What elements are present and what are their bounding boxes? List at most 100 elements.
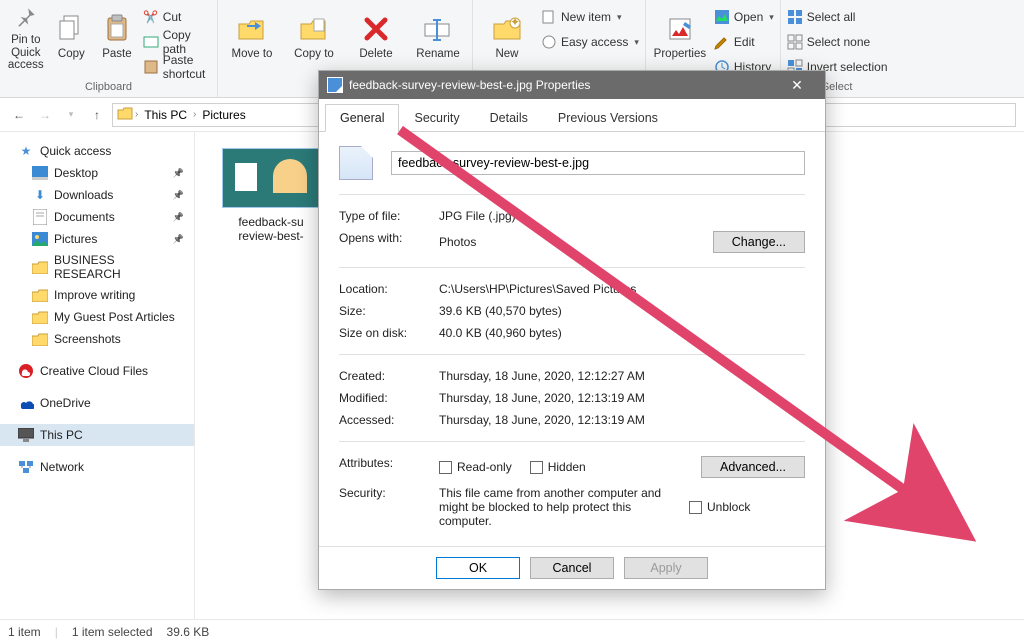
- dialog-footer: OK Cancel Apply: [319, 546, 825, 589]
- onedrive-icon: [18, 395, 34, 411]
- select-all-button[interactable]: Select all: [787, 6, 888, 28]
- chevron-right-icon[interactable]: ›: [193, 109, 196, 120]
- sidebar-this-pc[interactable]: This PC: [0, 424, 194, 446]
- properties-icon: [664, 13, 696, 45]
- size-label: Size:: [339, 304, 439, 318]
- paste-icon: [101, 13, 133, 45]
- sidebar-documents[interactable]: Documents: [0, 206, 194, 228]
- folder-icon: [32, 331, 48, 347]
- edit-button[interactable]: Edit: [714, 31, 774, 53]
- close-button[interactable]: ✕: [777, 77, 817, 94]
- sidebar-desktop[interactable]: Desktop: [0, 162, 194, 184]
- tab-details[interactable]: Details: [475, 104, 543, 132]
- cancel-button[interactable]: Cancel: [530, 557, 614, 579]
- new-folder-icon: ✦: [491, 13, 523, 45]
- paste-shortcut-button[interactable]: Paste shortcut: [143, 56, 211, 78]
- file-type-icon: [339, 146, 373, 180]
- sidebar-network[interactable]: Network: [0, 456, 194, 478]
- accessed-value: Thursday, 18 June, 2020, 12:13:19 AM: [439, 413, 805, 427]
- disk-value: 40.0 KB (40,960 bytes): [439, 326, 805, 340]
- recent-dropdown[interactable]: ▾: [60, 104, 82, 126]
- creative-cloud-icon: [18, 363, 34, 379]
- attributes-label: Attributes:: [339, 456, 439, 470]
- pin-to-quick-button[interactable]: Pin to Quick access: [6, 2, 46, 72]
- modified-label: Modified:: [339, 391, 439, 405]
- file-thumbnail[interactable]: feedback-sureview-best-: [211, 148, 331, 244]
- open-icon: [714, 9, 730, 25]
- paste-button[interactable]: Paste: [97, 2, 137, 72]
- location-label: Location:: [339, 282, 439, 296]
- status-size: 39.6 KB: [167, 625, 210, 639]
- cut-button[interactable]: ✂️Cut: [143, 6, 211, 28]
- accessed-label: Accessed:: [339, 413, 439, 427]
- sidebar-quick-access[interactable]: ★Quick access: [0, 140, 194, 162]
- open-button[interactable]: Open▾: [714, 6, 774, 28]
- sidebar-onedrive[interactable]: OneDrive: [0, 392, 194, 414]
- new-folder-button[interactable]: ✦New: [479, 2, 535, 72]
- copy-path-button[interactable]: Copy path: [143, 31, 211, 53]
- sidebar-guest[interactable]: My Guest Post Articles: [0, 306, 194, 328]
- status-selected: 1 item selected: [72, 625, 153, 639]
- documents-icon: [32, 209, 48, 225]
- properties-button[interactable]: Properties: [652, 2, 708, 72]
- tab-security[interactable]: Security: [399, 104, 474, 132]
- sidebar: ★Quick access Desktop ⬇Downloads Documen…: [0, 132, 195, 619]
- copy-to-icon: [298, 13, 330, 45]
- dialog-title: feedback-survey-review-best-e.jpg Proper…: [349, 78, 590, 92]
- copy-path-icon: [143, 34, 159, 50]
- desktop-icon: [32, 165, 48, 181]
- sidebar-screenshots[interactable]: Screenshots: [0, 328, 194, 350]
- change-button[interactable]: Change...: [713, 231, 805, 253]
- move-to-button[interactable]: Move to: [224, 2, 280, 72]
- chevron-down-icon: ▾: [769, 12, 774, 23]
- chevron-down-icon: ▾: [634, 37, 639, 48]
- svg-text:✦: ✦: [510, 16, 520, 29]
- rename-icon: [422, 13, 454, 45]
- pin-icon: [10, 2, 42, 31]
- new-item-icon: [541, 9, 557, 25]
- opens-label: Opens with:: [339, 231, 439, 245]
- location-value: C:\Users\HP\Pictures\Saved Pictures: [439, 282, 805, 296]
- delete-icon: [360, 13, 392, 45]
- hidden-checkbox[interactable]: Hidden: [530, 460, 586, 474]
- size-value: 39.6 KB (40,570 bytes): [439, 304, 805, 318]
- sidebar-business[interactable]: BUSINESS RESEARCH: [0, 250, 194, 284]
- tab-previous-versions[interactable]: Previous Versions: [543, 104, 673, 132]
- folder-icon: [32, 309, 48, 325]
- easy-access-button[interactable]: Easy access▾: [541, 31, 639, 53]
- back-button[interactable]: ←: [8, 104, 30, 126]
- modified-value: Thursday, 18 June, 2020, 12:13:19 AM: [439, 391, 805, 405]
- dialog-titlebar[interactable]: feedback-survey-review-best-e.jpg Proper…: [319, 71, 825, 99]
- readonly-checkbox[interactable]: Read-only: [439, 460, 512, 474]
- filename-input[interactable]: [391, 151, 805, 175]
- path-pictures[interactable]: Pictures: [198, 108, 249, 122]
- sidebar-pictures[interactable]: Pictures: [0, 228, 194, 250]
- properties-dialog: feedback-survey-review-best-e.jpg Proper…: [318, 70, 826, 590]
- security-label: Security:: [339, 486, 439, 500]
- chevron-right-icon[interactable]: ›: [135, 109, 138, 120]
- easy-access-icon: [541, 34, 557, 50]
- sidebar-downloads[interactable]: ⬇Downloads: [0, 184, 194, 206]
- advanced-button[interactable]: Advanced...: [701, 456, 805, 478]
- copy-to-button[interactable]: Copy to: [286, 2, 342, 72]
- status-bar: 1 item | 1 item selected 39.6 KB: [0, 619, 1024, 643]
- edit-icon: [714, 34, 730, 50]
- folder-icon: [32, 287, 48, 303]
- tab-strip: General Security Details Previous Versio…: [319, 99, 825, 132]
- rename-button[interactable]: Rename: [410, 2, 466, 72]
- ok-button[interactable]: OK: [436, 557, 520, 579]
- delete-button[interactable]: Delete: [348, 2, 404, 72]
- sidebar-improve[interactable]: Improve writing: [0, 284, 194, 306]
- copy-button[interactable]: Copy: [52, 2, 92, 72]
- new-item-button[interactable]: New item▾: [541, 6, 639, 28]
- unblock-checkbox[interactable]: Unblock: [689, 486, 750, 528]
- up-button[interactable]: ↑: [86, 104, 108, 126]
- disk-label: Size on disk:: [339, 326, 439, 340]
- sidebar-creative-cloud[interactable]: Creative Cloud Files: [0, 360, 194, 382]
- path-this-pc[interactable]: This PC: [140, 108, 191, 122]
- network-icon: [18, 459, 34, 475]
- file-name-label: feedback-sureview-best-: [211, 215, 331, 244]
- select-none-button[interactable]: Select none: [787, 31, 888, 53]
- paste-shortcut-icon: [143, 59, 159, 75]
- tab-general[interactable]: General: [325, 104, 399, 132]
